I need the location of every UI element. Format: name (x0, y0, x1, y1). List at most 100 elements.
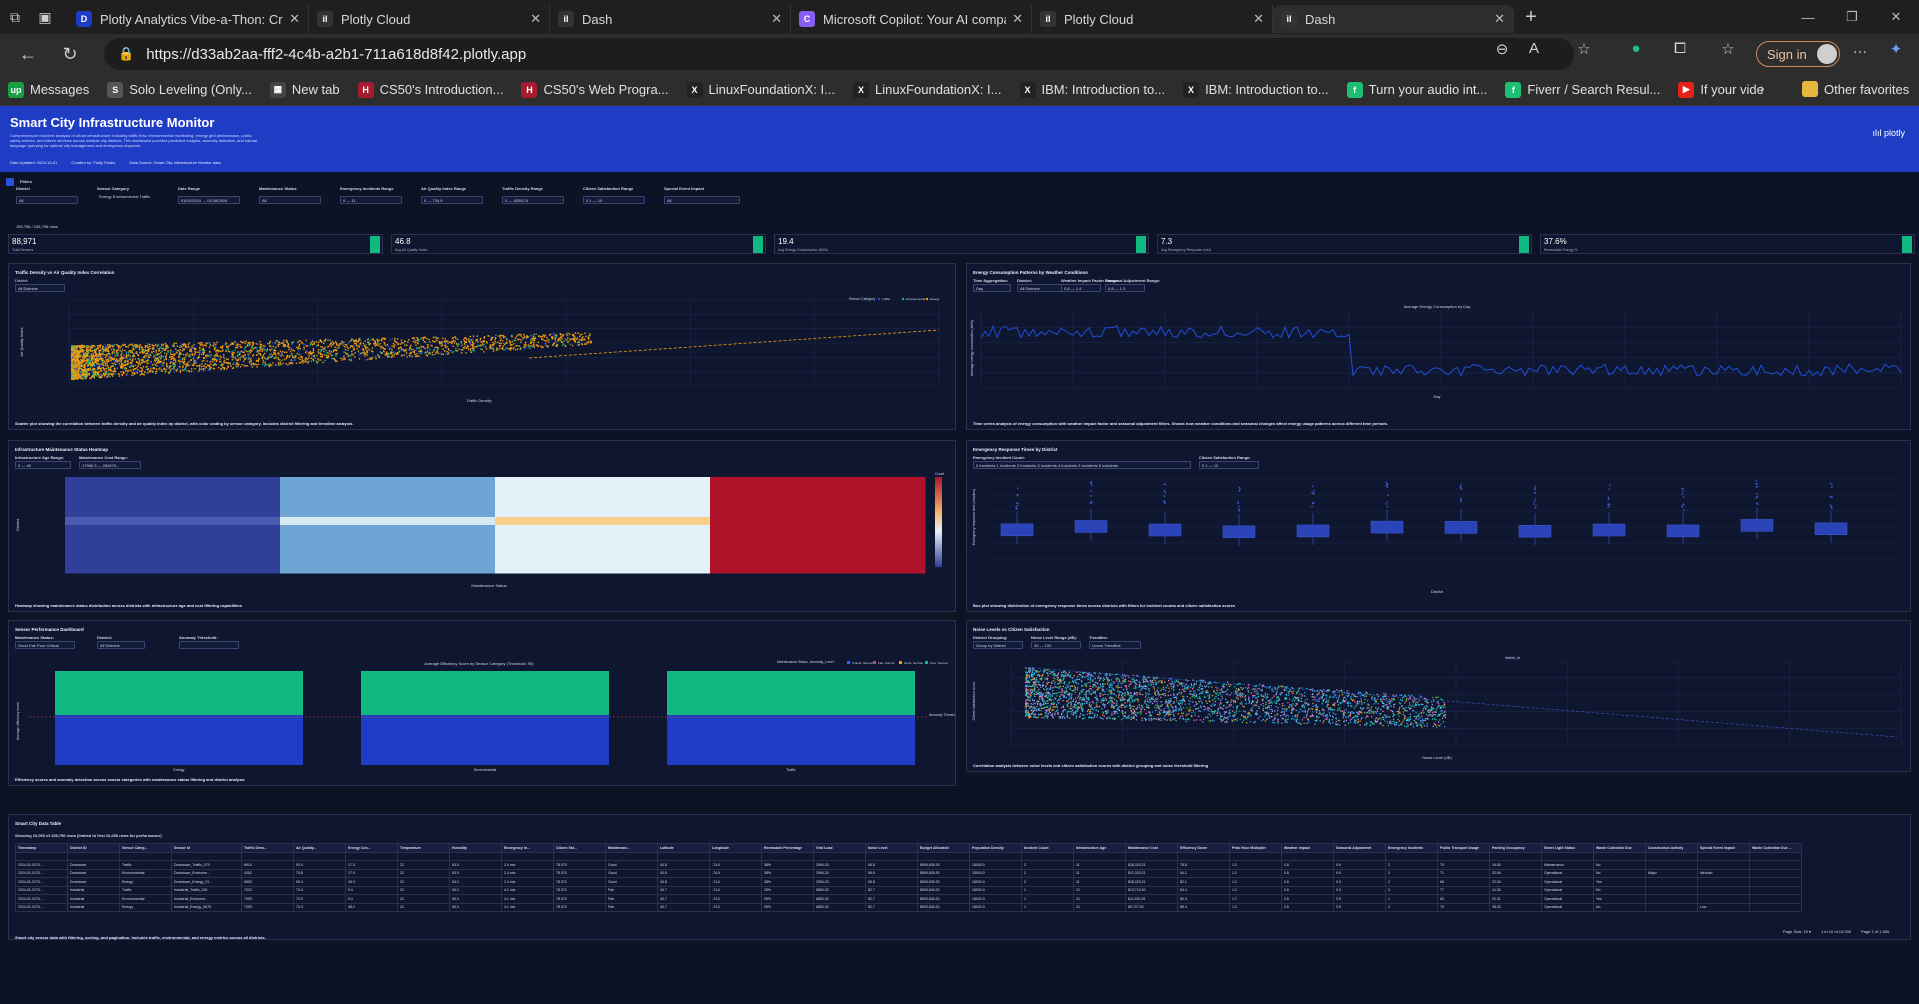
scatter-point (301, 342, 303, 344)
bookmark-item[interactable]: X IBM: Introduction to... (1019, 81, 1165, 98)
filter-control[interactable]: 0.1 — 10 (583, 196, 645, 204)
tab-close-icon[interactable]: ✕ (1012, 11, 1023, 27)
close-window-button[interactable]: ✕ (1874, 0, 1918, 34)
bookmark-item[interactable]: ▶If your videos get st... (1678, 81, 1763, 98)
more-icon[interactable]: … (1848, 40, 1872, 57)
tab-close-icon[interactable]: ✕ (1253, 11, 1264, 27)
bookmark-item[interactable]: H CS50's Web Progra... (521, 81, 669, 98)
filter-control[interactable]: 0 — 734.9 (421, 196, 483, 204)
noise-point (1035, 677, 1038, 679)
control-input[interactable]: 0 — 49 (15, 461, 71, 469)
filter-control[interactable]: All (16, 196, 78, 204)
scatter-point (492, 350, 495, 352)
browser-tab[interactable]: C Microsoft Copilot: Your AI compan ✕ (791, 5, 1032, 33)
bookmark-item[interactable]: X LinuxFoundationX: I... (853, 81, 1002, 98)
control-input[interactable]: 0.8 — 1.4 (1061, 284, 1101, 292)
energy-chart[interactable]: Average Energy Consumption by DayDayAver… (967, 298, 1910, 406)
browser-tab[interactable]: il Dash ✕ (550, 5, 791, 33)
tab-close-icon[interactable]: ✕ (289, 11, 300, 27)
control-input[interactable]: All Districts (1017, 284, 1065, 292)
workspaces-icon[interactable]: ⧉ (0, 0, 30, 34)
filter-control[interactable]: All (259, 196, 321, 204)
bookmark-item[interactable]: X LinuxFoundationX: I... (686, 81, 835, 98)
zoom-icon[interactable]: ⊖ (1490, 40, 1514, 58)
control-input[interactable]: 0 Incidents 1 Incidents 2 Incidents 3 In… (973, 461, 1191, 469)
favorite-star-icon[interactable]: ☆ (1572, 40, 1596, 58)
noise-point (1296, 714, 1299, 716)
scatter-point (156, 353, 159, 355)
scatter-point (470, 339, 473, 341)
extension-icon[interactable]: ● (1624, 40, 1648, 57)
noise-point (1036, 708, 1038, 711)
tab-close-icon[interactable]: ✕ (1494, 11, 1505, 27)
browser-tab[interactable]: D Plotly Analytics Vibe-a-Thon: Crea ✕ (68, 5, 309, 33)
noise-point (1054, 686, 1056, 688)
bookmark-item[interactable]: f Turn your audio int... (1346, 81, 1487, 98)
scatter-point (344, 349, 347, 351)
refresh-icon[interactable]: ↻ (52, 38, 88, 70)
minimize-button[interactable]: — (1786, 0, 1830, 34)
bookmark-item[interactable]: H CS50's Introduction... (357, 81, 503, 98)
copilot-icon[interactable]: ✦ (1884, 40, 1908, 58)
control-input[interactable]: 30 — 100 (1031, 641, 1081, 649)
control-input[interactable]: 0.8 — 1.3 (1105, 284, 1145, 292)
bookmark-item[interactable]: up Messages (8, 81, 89, 98)
noise-chart[interactable]: Noise Level (dB)Citizen satisfaction sco… (967, 651, 1910, 763)
bookmark-item[interactable]: S Solo Leveling (Only... (107, 81, 252, 98)
scatter-chart[interactable]: Traffic DensityAir Quality IndexSensor C… (9, 292, 955, 404)
control-input[interactable]: Day (973, 284, 1011, 292)
control-input[interactable]: Good Fair Poor Critical (15, 641, 75, 649)
restore-button[interactable]: ❐ (1830, 0, 1874, 34)
filter-control[interactable]: 0 — 11 (340, 196, 402, 204)
scatter-point (336, 344, 338, 346)
browser-tab[interactable]: il Plotly Cloud ✕ (1032, 5, 1273, 33)
scatter-point (274, 356, 276, 358)
new-tab-button[interactable]: + (1514, 6, 1548, 29)
tab-actions-icon[interactable]: ▣ (30, 0, 60, 34)
scatter-point (144, 346, 146, 349)
bookmark-item[interactable]: X IBM: Introduction to... (1183, 81, 1329, 98)
filter-control[interactable]: Energy Environmental Traffic (97, 193, 159, 201)
scatter-point (134, 344, 136, 346)
scatter-point (295, 362, 298, 364)
bookmarks-overflow-icon[interactable]: › (1760, 80, 1765, 96)
scatter-point (262, 354, 265, 356)
boxplot-chart[interactable]: DistrictEmergency response time (minutes… (967, 471, 1910, 597)
filters-toggle[interactable] (6, 178, 14, 186)
filter-control[interactable]: All (664, 196, 740, 204)
tab-close-icon[interactable]: ✕ (530, 11, 541, 27)
legend-marker (873, 661, 876, 664)
scatter-district-dropdown[interactable]: All Districts (15, 284, 65, 292)
bookmark-item[interactable]: ▦ New tab (269, 81, 340, 98)
control-input[interactable]: 0.1 — 10 (1199, 461, 1259, 469)
noise-point (1219, 706, 1221, 708)
filter-control[interactable]: 01/01/2024 → 01/28/2024 (178, 196, 240, 204)
scatter-point (434, 341, 436, 343)
control-input[interactable] (179, 641, 239, 649)
control-input[interactable]: Linear Trendline (1089, 641, 1141, 649)
noise-point (1045, 692, 1047, 694)
url-field[interactable]: 🔒 https://d33ab2aa-fff2-4c4b-a2b1-711a61… (104, 38, 1574, 70)
scatter-point (192, 364, 195, 367)
read-aloud-icon[interactable]: A (1522, 40, 1546, 57)
sign-in-button[interactable]: Sign in (1756, 41, 1840, 67)
extensions-puzzle-icon[interactable]: ⧠ (1668, 40, 1692, 57)
filter-control[interactable]: 0 — 45392.5 (502, 196, 564, 204)
browser-tab[interactable]: il Dash ✕ (1273, 5, 1514, 33)
bookmark-item[interactable]: f Fiverr / Search Resul... (1505, 81, 1660, 98)
browser-tab[interactable]: il Plotly Cloud ✕ (309, 5, 550, 33)
scatter-point (579, 334, 582, 336)
sensor-chart[interactable]: Average Efficiency Score by Sensor Categ… (9, 659, 955, 775)
noise-point (1291, 700, 1293, 702)
control-input[interactable]: All Districts (97, 641, 145, 649)
control-input[interactable]: Group by District (973, 641, 1023, 649)
tab-close-icon[interactable]: ✕ (771, 11, 782, 27)
scatter-point (312, 359, 315, 362)
scatter-point (108, 357, 110, 359)
scatter-point (128, 365, 131, 368)
heatmap-chart[interactable]: Maintenance StatusDistrictCount (9, 471, 955, 591)
back-icon[interactable]: ← (10, 38, 46, 70)
favorites-icon[interactable]: ☆ (1716, 40, 1740, 58)
control-input[interactable]: 17966.3 — 264679... (79, 461, 141, 469)
other-favorites[interactable]: Other favorites (1802, 81, 1909, 97)
